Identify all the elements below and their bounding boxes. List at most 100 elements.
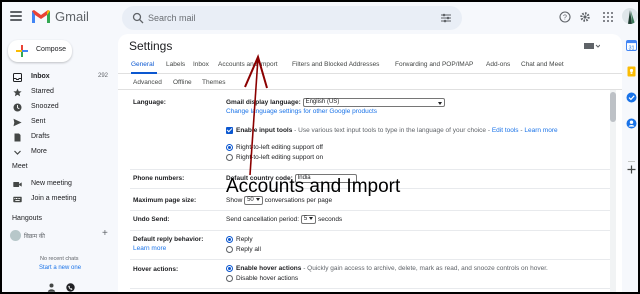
send-icon <box>13 118 22 127</box>
gmail-logo-icon[interactable] <box>31 8 51 24</box>
phone-icon[interactable] <box>66 283 75 292</box>
sidebar-item-snoozed[interactable]: Snoozed <box>2 100 114 115</box>
reply-all-option[interactable]: Reply all <box>226 246 261 253</box>
change-language-link[interactable]: Change language settings for other Googl… <box>226 108 377 115</box>
tab-forwarding[interactable]: Forwarding and POP/IMAP <box>395 61 473 68</box>
tab-accounts-and-import[interactable]: Accounts and Import <box>218 61 278 68</box>
hover-actions-label: Hover actions: <box>133 266 179 273</box>
sidebar-item-label: Snoozed <box>31 103 59 110</box>
search-input[interactable] <box>148 9 428 27</box>
chevron-down-icon <box>437 102 442 105</box>
cancellation-period-label: Send cancellation period: <box>226 216 299 224</box>
page-size-show: Show <box>226 197 243 205</box>
page-title: Settings <box>129 39 173 53</box>
meet-heading: Meet <box>12 163 28 170</box>
tab-chat-and-meet[interactable]: Chat and Meet <box>521 61 564 68</box>
person-icon[interactable] <box>47 283 56 292</box>
tab-inbox[interactable]: Inbox <box>193 61 209 68</box>
chevron-down-icon <box>14 150 21 155</box>
language-label: Language: <box>133 99 166 106</box>
sidebar-item-drafts[interactable]: Drafts <box>2 130 114 145</box>
tab-addons[interactable]: Add-ons <box>486 61 510 68</box>
sidebar-item-join-meeting[interactable]: Join a meeting <box>2 192 114 207</box>
tasks-icon[interactable] <box>626 92 637 103</box>
enable-hover-label: Enable hover actions <box>236 265 302 273</box>
top-bar: Gmail ? <box>2 2 638 34</box>
edit-tools-link[interactable]: Edit tools <box>492 127 519 134</box>
cancellation-period-suffix: seconds <box>317 216 343 224</box>
reply-radio[interactable] <box>226 236 233 243</box>
rtl-on-option[interactable]: Right-to-left editing support on <box>226 154 323 161</box>
phone-numbers-label: Phone numbers: <box>133 175 185 182</box>
add-plus-icon[interactable] <box>626 164 637 175</box>
reply-learn-more-link[interactable]: Learn more <box>133 245 166 252</box>
learn-more-link[interactable]: Learn more <box>524 127 557 134</box>
input-tools-checkbox[interactable] <box>226 127 233 134</box>
sidebar-item-sent[interactable]: Sent <box>2 115 114 130</box>
max-page-size-label: Maximum page size: <box>133 197 197 204</box>
contacts-icon[interactable] <box>626 118 637 129</box>
hangouts-user-name: विक्रम की <box>24 234 45 240</box>
keep-icon[interactable] <box>626 66 637 77</box>
sidebar-item-label: Drafts <box>31 133 50 140</box>
plus-icon <box>16 45 28 57</box>
disable-hover-label: Disable hover actions <box>236 275 299 283</box>
rtl-off-label: Right-to-left editing support off <box>236 144 323 152</box>
clock-icon <box>13 103 22 112</box>
search-icon[interactable] <box>132 12 144 24</box>
divider <box>130 288 610 289</box>
apps-grid-icon[interactable] <box>602 11 614 23</box>
disable-hover-option[interactable]: Disable hover actions <box>226 275 298 282</box>
sidebar-item-label: New meeting <box>31 180 72 187</box>
reply-all-radio[interactable] <box>226 246 233 253</box>
compose-label: Compose <box>36 46 66 53</box>
tab-labels[interactable]: Labels <box>166 61 185 68</box>
reply-all-label: Reply all <box>236 246 261 254</box>
display-language-row: Gmail display language: English (US) <box>226 98 445 107</box>
sidebar-item-new-meeting[interactable]: New meeting <box>2 177 114 192</box>
rtl-off-option[interactable]: Right-to-left editing support off <box>226 144 323 151</box>
search-options-icon[interactable] <box>440 12 452 24</box>
rtl-on-radio[interactable] <box>226 154 233 161</box>
rtl-off-radio[interactable] <box>226 144 233 151</box>
tab-themes[interactable]: Themes <box>202 79 225 86</box>
inbox-count: 292 <box>97 73 108 79</box>
reply-option[interactable]: Reply <box>226 236 253 243</box>
sidebar-item-more[interactable]: More <box>2 145 114 160</box>
account-avatar[interactable] <box>622 8 638 24</box>
sidebar-item-inbox[interactable]: Inbox 292 <box>2 70 114 85</box>
calendar-icon[interactable]: 31 <box>626 40 637 51</box>
cancellation-period-select[interactable]: 5 <box>300 215 317 224</box>
tab-offline[interactable]: Offline <box>173 79 192 86</box>
settings-tabs: General Labels Inbox Accounts and Import… <box>118 58 622 74</box>
tab-filters[interactable]: Filters and Blocked Addresses <box>292 61 379 68</box>
hangouts-heading: Hangouts <box>12 215 42 222</box>
draft-icon <box>14 133 21 142</box>
gmail-window: Gmail ? <box>0 0 640 294</box>
scrollbar-thumb[interactable] <box>610 92 616 122</box>
hamburger-menu-icon[interactable] <box>10 11 22 21</box>
enable-hover-option[interactable]: Enable hover actions - Quickly gain acce… <box>226 265 548 272</box>
hangouts-user[interactable]: विक्रम की <box>10 230 110 242</box>
start-new-chat-link[interactable]: Start a new one <box>39 265 81 271</box>
chevron-down-icon <box>255 197 260 201</box>
add-chat-plus-icon[interactable]: + <box>102 228 108 239</box>
gear-icon[interactable] <box>579 11 591 23</box>
divider <box>130 259 610 260</box>
compose-button[interactable]: Compose <box>8 40 72 62</box>
default-reply-label: Default reply behavior: <box>133 236 204 243</box>
app-brand: Gmail <box>55 9 89 24</box>
disable-hover-radio[interactable] <box>226 275 233 282</box>
cancellation-period-value: 5 <box>303 216 308 222</box>
display-language-select[interactable]: English (US) <box>302 98 445 107</box>
display-density-icon[interactable] <box>584 42 600 50</box>
search-bar[interactable] <box>122 6 462 30</box>
help-icon[interactable]: ? <box>559 11 571 23</box>
tab-general[interactable]: General <box>131 61 154 68</box>
enable-hover-radio[interactable] <box>226 265 233 272</box>
enable-hover-desc: - Quickly gain access to archive, delete… <box>303 265 548 273</box>
input-tools-row[interactable]: Enable input tools - Use various text in… <box>226 127 558 134</box>
tab-advanced[interactable]: Advanced <box>133 79 162 86</box>
inbox-icon <box>13 73 22 82</box>
sidebar-item-starred[interactable]: Starred <box>2 85 114 100</box>
